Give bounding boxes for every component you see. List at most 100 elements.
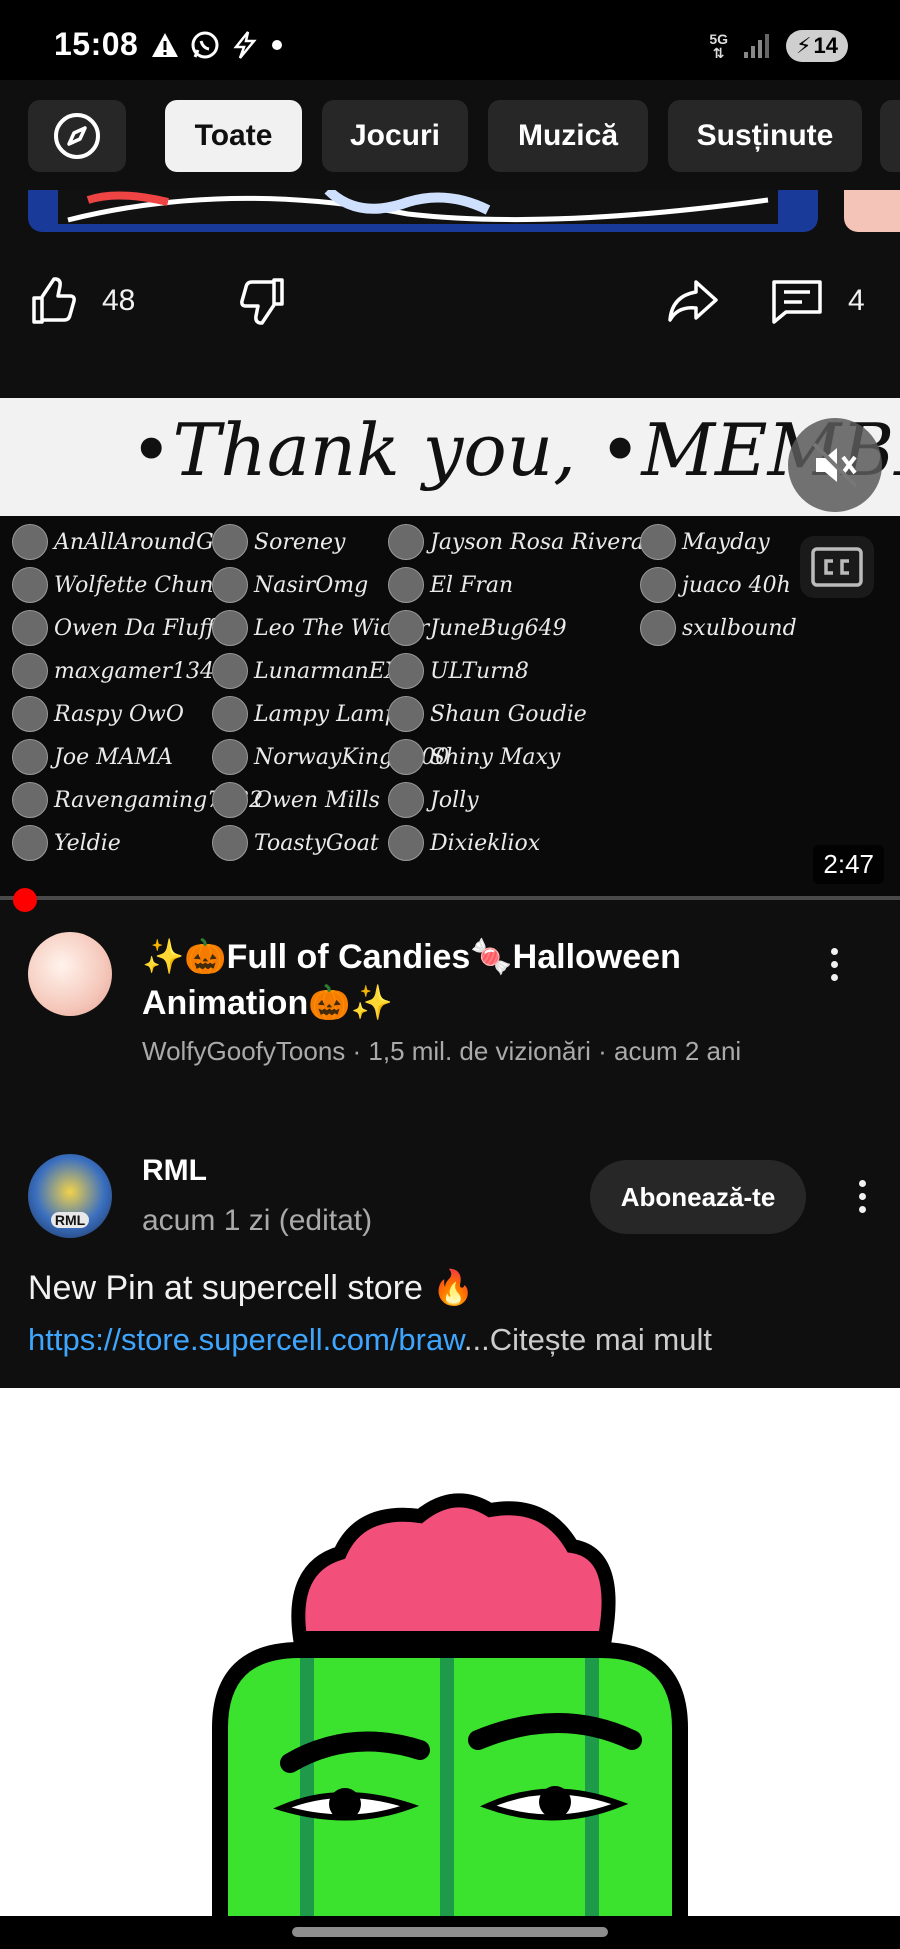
member-name: Wolfette Chunks <box>12 567 238 603</box>
network-label: 5G <box>709 31 728 47</box>
video-player[interactable]: •Thank you, •MEMBERS♥ AnAllAroundGuy Wolf… <box>0 398 900 898</box>
explore-button[interactable] <box>28 100 126 172</box>
like-button[interactable]: 48 <box>28 276 135 326</box>
member-name: Shaun Goudie <box>388 696 587 732</box>
member-name: Soreney <box>212 524 345 560</box>
member-avatar <box>388 653 424 689</box>
member-avatar <box>388 610 424 646</box>
post-author-avatar[interactable]: RML <box>28 1154 112 1238</box>
next-post-image-edge[interactable] <box>844 190 900 232</box>
member-label: Jolly <box>430 787 479 813</box>
member-label: juaco 40h <box>682 572 791 598</box>
previous-post-art <box>58 190 778 224</box>
mute-button[interactable] <box>788 418 882 512</box>
video-info[interactable]: ✨🎃Full of Candies🍬Halloween Animation🎃✨ … <box>0 920 900 1090</box>
post-image[interactable] <box>0 1388 900 1916</box>
comment-icon <box>772 280 822 324</box>
chip-toate[interactable]: Toate <box>165 100 302 172</box>
member-name: Shiny Maxy <box>388 739 560 775</box>
member-label: El Fran <box>430 572 514 598</box>
status-bar: 15:08 5G ⇅ ⚡ 14 <box>0 0 900 80</box>
video-more-options-icon[interactable] <box>814 934 854 994</box>
member-label: Joe MAMA <box>54 744 173 770</box>
battery-level: 14 <box>813 33 838 58</box>
video-title[interactable]: ✨🎃Full of Candies🍬Halloween Animation🎃✨ <box>142 934 792 1026</box>
share-button[interactable] <box>666 276 720 331</box>
member-label: Lampy Lamp <box>254 701 399 727</box>
warning-icon <box>152 33 178 57</box>
member-name: El Fran <box>388 567 513 603</box>
previous-post-image[interactable] <box>28 190 818 232</box>
read-more-link[interactable]: ...Citește mai mult <box>464 1322 712 1357</box>
member-name: Owen Da Fluffer <box>12 610 238 646</box>
thumbs-down-icon <box>240 278 284 325</box>
channel-avatar[interactable] <box>28 932 112 1016</box>
member-avatar <box>212 696 248 732</box>
like-count: 48 <box>102 284 136 317</box>
signal-icon <box>744 34 769 58</box>
volume-off-icon <box>812 442 858 488</box>
member-avatar <box>12 825 48 861</box>
video-member-list: AnAllAroundGuy Wolfette Chunks Owen Da Flu… <box>0 516 900 898</box>
chip-muzica[interactable]: Muzică <box>488 100 648 172</box>
member-label: Wolfette Chunks <box>54 572 239 598</box>
member-name: Joe MAMA <box>12 739 173 775</box>
member-avatar <box>12 653 48 689</box>
video-metadata: WolfyGoofyToons · 1,5 mil. de vizionări … <box>142 1036 742 1066</box>
comments-button[interactable]: 4 <box>770 276 865 326</box>
member-name: Jayson Rosa Rivera <box>388 524 644 560</box>
member-avatar <box>388 825 424 861</box>
member-name: Mayday <box>640 524 770 560</box>
member-avatar <box>12 610 48 646</box>
member-avatar <box>212 739 248 775</box>
chip-jocuri[interactable]: Jocuri <box>322 100 468 172</box>
post-more-options-icon[interactable] <box>842 1166 882 1226</box>
chip-sustinute[interactable]: Susținute <box>668 100 862 172</box>
member-avatar <box>212 653 248 689</box>
compass-icon <box>54 113 100 159</box>
member-avatar <box>212 567 248 603</box>
member-avatar <box>12 567 48 603</box>
member-avatar <box>388 739 424 775</box>
whatsapp-icon <box>191 31 219 59</box>
thumbs-up-icon <box>32 277 76 324</box>
member-avatar <box>12 739 48 775</box>
subscribe-button[interactable]: Abonează-te <box>590 1160 806 1234</box>
member-name: NasirOmg <box>212 567 368 603</box>
member-avatar <box>388 696 424 732</box>
member-avatar <box>388 567 424 603</box>
video-progress-track[interactable] <box>0 896 900 900</box>
member-label: sxulbound <box>682 615 797 641</box>
member-label: Owen Da Fluffer <box>54 615 239 641</box>
captions-button[interactable] <box>800 536 874 598</box>
filter-chips-bar: Toate Jocuri Muzică Susținute <box>0 80 900 190</box>
comment-count: 4 <box>848 284 865 317</box>
member-label: Yeldie <box>54 830 121 856</box>
member-avatar <box>640 524 676 560</box>
member-name: Owen Mills <box>212 782 380 818</box>
member-avatar <box>12 524 48 560</box>
member-label: Soreney <box>254 529 346 555</box>
member-label: JuneBug649 <box>430 615 567 641</box>
post-action-row: 48 4 <box>0 262 900 352</box>
dislike-button[interactable] <box>238 276 288 331</box>
post-author-name[interactable]: RML <box>142 1154 207 1188</box>
member-label: Dixiekliox <box>430 830 541 856</box>
member-name: JuneBug649 <box>388 610 567 646</box>
member-name: AnAllAroundGuy <box>12 524 240 560</box>
member-name: sxulbound <box>640 610 797 646</box>
post-link[interactable]: https://store.supercell.com/braw <box>28 1322 464 1357</box>
member-label: Shaun Goudie <box>430 701 587 727</box>
chip-next-partial[interactable] <box>880 100 900 172</box>
status-notification-icons <box>150 30 284 60</box>
home-gesture-handle[interactable] <box>292 1927 608 1937</box>
dot-icon <box>272 40 282 50</box>
post-text: New Pin at supercell store 🔥 <box>28 1269 475 1307</box>
post-timestamp: acum 1 zi (editat) <box>142 1204 373 1237</box>
member-label: NasirOmg <box>254 572 369 598</box>
member-name: ULTurn8 <box>388 653 529 689</box>
video-progress-scrubber[interactable] <box>13 888 37 912</box>
member-label: ULTurn8 <box>430 658 529 684</box>
member-name: Dixiekliox <box>388 825 540 861</box>
member-avatar <box>388 524 424 560</box>
